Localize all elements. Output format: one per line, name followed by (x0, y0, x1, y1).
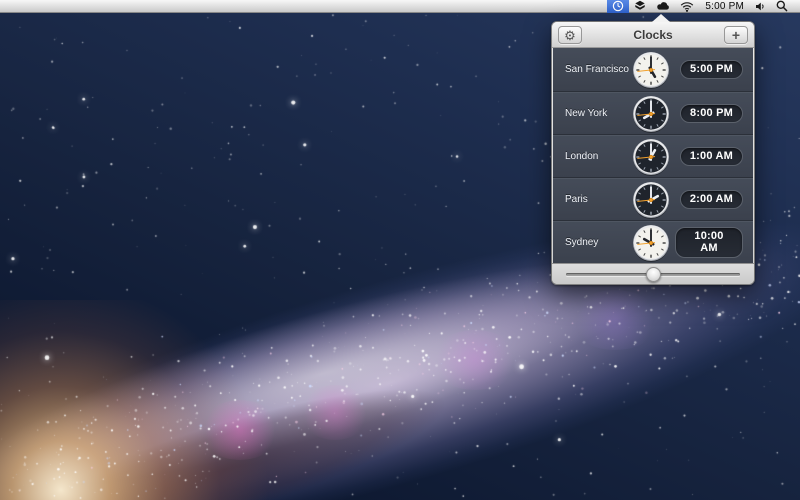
slider-thumb[interactable] (646, 267, 661, 282)
popover-footer (552, 263, 754, 284)
clock-size-slider[interactable] (566, 273, 740, 276)
analog-clock (631, 180, 671, 220)
dropbox-menu-extra[interactable] (629, 0, 651, 13)
galaxy-core-glow (0, 300, 300, 500)
time-badge: 5:00 PM (680, 60, 743, 79)
dropbox-icon (634, 0, 646, 12)
analog-clock (631, 223, 671, 263)
menu-bar-clock-time[interactable]: 5:00 PM (699, 0, 750, 13)
clock-row[interactable]: Paris 2:00 AM (553, 177, 753, 220)
cloud-menu-extra[interactable] (651, 0, 675, 13)
galaxy-dust-lane (0, 301, 510, 500)
time-badge: 1:00 AM (680, 147, 743, 166)
city-label: San Francisco (565, 64, 631, 75)
cloud-icon (656, 0, 670, 12)
clock-row[interactable]: Sydney 10:00 AM (553, 220, 753, 263)
desktop: 5:00 PM ⚙ Clocks + San Francisco (0, 0, 800, 500)
city-label: New York (565, 108, 631, 119)
menu-bar: 5:00 PM (0, 0, 800, 13)
wifi-menu-extra[interactable] (675, 0, 699, 13)
spotlight-menu-extra[interactable] (771, 0, 793, 13)
clock-row[interactable]: London 1:00 AM (553, 134, 753, 177)
wifi-icon (680, 1, 694, 12)
popover-arrow (652, 14, 670, 22)
city-label: London (565, 151, 631, 162)
time-badge: 2:00 AM (680, 190, 743, 209)
clock-list: San Francisco 5:00 PM New York 8:00 PM L… (553, 48, 753, 263)
add-clock-button[interactable]: + (724, 26, 748, 44)
nebula-spot (300, 385, 370, 440)
analog-clock (631, 137, 671, 177)
time-badge: 8:00 PM (680, 104, 743, 123)
clock-row[interactable]: New York 8:00 PM (553, 91, 753, 134)
nebula-spot (430, 330, 520, 390)
nebula-spot (570, 290, 660, 350)
clock-icon (612, 0, 624, 12)
popover-header: ⚙ Clocks + (552, 22, 754, 48)
plus-icon: + (732, 28, 740, 42)
city-label: Paris (565, 194, 631, 205)
analog-clock (631, 50, 671, 90)
clock-row[interactable]: San Francisco 5:00 PM (553, 48, 753, 91)
clocks-popover: ⚙ Clocks + San Francisco 5:00 PM New Yor… (551, 21, 755, 285)
settings-button[interactable]: ⚙ (558, 26, 582, 44)
popover-title: Clocks (633, 28, 672, 42)
analog-clock (631, 94, 671, 134)
gear-icon: ⚙ (564, 29, 576, 42)
volume-icon (755, 1, 766, 12)
volume-menu-extra[interactable] (750, 0, 771, 13)
clock-menu-extra[interactable] (607, 0, 629, 13)
time-badge: 10:00 AM (675, 227, 743, 258)
city-label: Sydney (565, 237, 631, 248)
nebula-spot (200, 400, 280, 460)
spotlight-search-icon (776, 0, 788, 12)
